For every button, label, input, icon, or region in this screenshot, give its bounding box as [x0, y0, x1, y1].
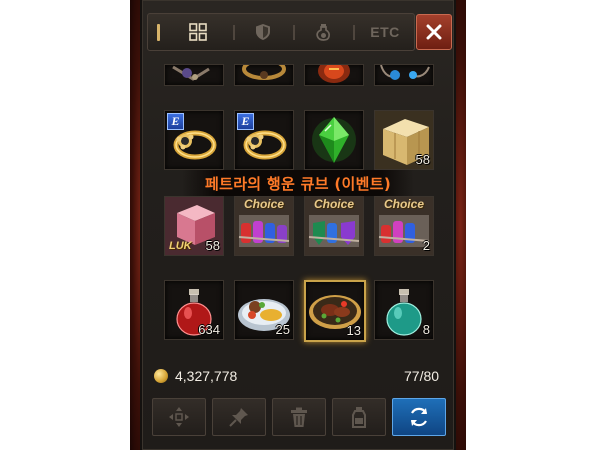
move-button[interactable] — [152, 398, 206, 436]
tab-etc[interactable]: ETC — [360, 14, 410, 50]
shield-icon — [256, 24, 270, 40]
item-tooltip-name: 페트라의 행운 큐브 (이벤트) — [205, 174, 391, 193]
item-slot-green-crystal[interactable] — [304, 110, 364, 170]
item-slot-choice-potion-box[interactable]: Choice — [304, 196, 364, 256]
item-slot-luk-cube[interactable]: LUK 58 — [164, 196, 224, 256]
item-tooltip: 페트라의 행운 큐브 (이벤트) — [182, 170, 414, 196]
grid-icon — [189, 23, 207, 41]
trash-icon — [291, 407, 307, 427]
item-quantity: 8 — [422, 322, 430, 337]
potion-icon — [316, 24, 331, 41]
item-slot-green-potion[interactable]: 8 — [374, 280, 434, 340]
move-icon — [169, 407, 189, 427]
sell-button[interactable] — [332, 398, 386, 436]
pin-button[interactable] — [212, 398, 266, 436]
inventory-panel: ETC E E 58 LUK 58 Choice Choice Choice 2… — [140, 0, 456, 450]
close-icon — [426, 24, 442, 40]
item-slot-amulet[interactable] — [164, 64, 224, 86]
item-slot-blue-necklace[interactable] — [374, 64, 434, 86]
gold-coin-icon — [154, 369, 168, 383]
gold-amount: 4,327,778 — [175, 368, 238, 384]
jewel-icon — [318, 65, 350, 83]
item-quantity: 2 — [422, 238, 430, 253]
amulet-icon — [172, 65, 210, 81]
tab-separator — [353, 25, 355, 40]
tab-etc-label: ETC — [370, 24, 400, 40]
tab-separator — [293, 25, 295, 40]
gold-display: 4,327,778 — [154, 366, 237, 386]
item-slot-gold-ring[interactable]: E — [234, 110, 294, 170]
item-quantity: 13 — [346, 323, 361, 338]
tab-separator — [233, 25, 235, 40]
sort-button[interactable] — [392, 398, 446, 436]
item-choice-label: Choice — [383, 197, 424, 211]
pin-icon — [229, 408, 248, 427]
item-quantity: 58 — [415, 152, 430, 167]
item-quantity: 634 — [198, 322, 220, 337]
item-slot-ring[interactable] — [234, 64, 294, 86]
enhanced-badge: E — [237, 113, 254, 130]
item-slot-red-potion[interactable]: 634 — [164, 280, 224, 340]
tab-consume[interactable] — [298, 14, 348, 50]
item-slot-red-jewel[interactable] — [304, 64, 364, 86]
refresh-icon — [411, 407, 427, 427]
item-choice-label: Choice — [313, 197, 354, 211]
item-quantity: 25 — [275, 322, 290, 337]
tab-bar: ETC — [147, 13, 415, 51]
inventory-capacity: 77/80 — [404, 368, 440, 384]
crystal-icon — [312, 117, 356, 163]
item-slot-gold-cube[interactable]: 58 — [374, 110, 434, 170]
necklace-icon — [380, 65, 430, 80]
item-slot-gold-ring[interactable]: E — [164, 110, 224, 170]
tab-equip[interactable] — [238, 14, 288, 50]
bottle-icon — [352, 407, 366, 428]
item-choice-label: Choice — [243, 197, 284, 211]
trash-button[interactable] — [272, 398, 326, 436]
enhanced-badge: E — [167, 113, 184, 130]
ring-icon — [242, 65, 286, 80]
item-quantity: 58 — [205, 238, 220, 253]
item-slot-steak-plate[interactable]: 13 — [304, 280, 366, 342]
item-slot-choice-potion-box[interactable]: Choice 2 — [374, 196, 434, 256]
close-button[interactable] — [416, 14, 452, 50]
item-slot-choice-potion-box[interactable]: Choice — [234, 196, 294, 256]
item-slot-meal-plate[interactable]: 25 — [234, 280, 294, 340]
active-tab-indicator — [157, 24, 160, 41]
item-stat-label: LUK — [169, 240, 192, 252]
tab-all[interactable] — [168, 14, 228, 50]
